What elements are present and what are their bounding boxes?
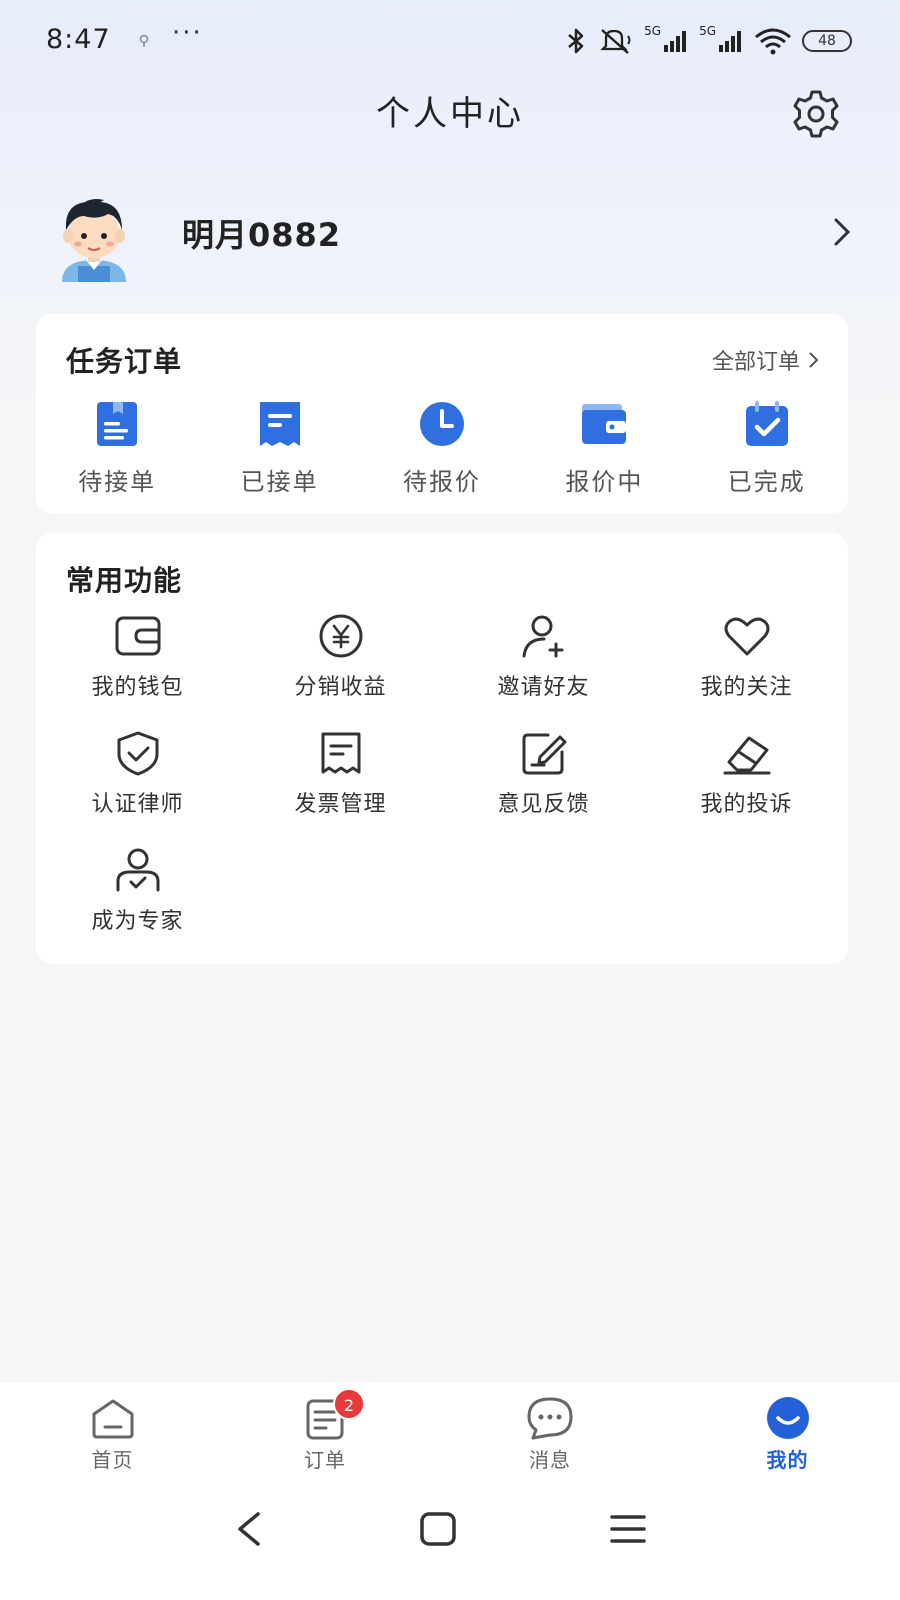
username: 明月0882 xyxy=(182,216,342,254)
system-nav-bar xyxy=(0,1482,900,1600)
order-label: 已完成 xyxy=(727,468,806,496)
common-functions-card: 常用功能 我的钱包 分销收益 邀请好友 我的关注 认证律师 发票管理 意见反馈 … xyxy=(36,533,848,964)
functions-title: 常用功能 xyxy=(66,564,183,597)
signal-2-icon xyxy=(719,31,741,52)
func-item-certify-lawyer[interactable]: 认证律师 xyxy=(36,730,239,847)
func-item-distribution-income[interactable]: 分销收益 xyxy=(239,613,442,730)
order-count-badge: 2 xyxy=(333,1388,365,1420)
message-icon xyxy=(527,1397,573,1440)
func-item-my-complaints[interactable]: 我的投诉 xyxy=(645,730,848,847)
func-label: 我的钱包 xyxy=(91,675,184,700)
mute-icon xyxy=(600,29,631,54)
expert-user-icon xyxy=(116,848,159,892)
order-item-quoting[interactable]: 报价中 xyxy=(523,398,685,508)
profile-smile-icon xyxy=(766,1397,809,1439)
order-label: 已接单 xyxy=(240,468,319,496)
home-icon xyxy=(92,1399,133,1439)
signal-1-icon xyxy=(664,31,687,52)
tab-messages[interactable]: 消息 xyxy=(425,1382,675,1482)
func-label: 发票管理 xyxy=(294,792,387,817)
func-item-my-follows[interactable]: 我的关注 xyxy=(645,613,848,730)
order-label: 报价中 xyxy=(565,468,644,496)
tab-orders[interactable]: 2 订单 xyxy=(225,1382,425,1482)
tab-mine[interactable]: 我的 xyxy=(675,1382,900,1482)
home-square-icon[interactable] xyxy=(408,1504,468,1554)
signal-2-label: 5G xyxy=(699,24,716,38)
location-icon xyxy=(139,34,149,47)
eraser-icon xyxy=(723,736,770,775)
order-label: 待报价 xyxy=(402,468,481,496)
task-orders-card: 任务订单 全部订单 待接单 已接单 待报价 报价中 已完成 xyxy=(36,314,848,514)
signal-1-label: 5G xyxy=(644,24,662,38)
calendar-check-icon xyxy=(745,401,788,446)
func-item-wallet[interactable]: 我的钱包 xyxy=(36,613,239,730)
order-item-accepted[interactable]: 已接单 xyxy=(198,398,360,508)
status-icons: 5G 5G 48 xyxy=(564,24,852,58)
add-user-icon xyxy=(522,615,563,658)
func-item-invoice-management[interactable]: 发票管理 xyxy=(239,730,442,847)
functions-grid: 我的钱包 分销收益 邀请好友 我的关注 认证律师 发票管理 意见反馈 我的投诉 … xyxy=(36,613,848,964)
func-label: 我的投诉 xyxy=(700,792,793,817)
profile-row[interactable]: 明月0882 xyxy=(48,190,860,282)
func-label: 成为专家 xyxy=(91,909,184,934)
wifi-icon xyxy=(755,28,791,55)
func-label: 我的关注 xyxy=(700,675,793,700)
order-status-grid: 待接单 已接单 待报价 报价中 已完成 xyxy=(36,398,848,508)
order-item-awaiting-quote[interactable]: 待报价 xyxy=(361,398,523,508)
wallet-icon xyxy=(115,616,160,656)
status-time: 8:47 xyxy=(46,24,111,55)
func-label: 认证律师 xyxy=(91,792,184,817)
battery-indicator: 48 xyxy=(802,30,852,52)
gear-icon[interactable] xyxy=(790,88,842,140)
tab-home[interactable]: 首页 xyxy=(0,1382,225,1482)
chevron-right-icon xyxy=(809,352,819,368)
order-item-pending-accept[interactable]: 待接单 xyxy=(36,398,198,508)
orders-title: 任务订单 xyxy=(66,345,183,378)
back-icon[interactable] xyxy=(220,1504,280,1554)
shield-check-icon xyxy=(117,731,158,776)
status-more: ··· xyxy=(172,18,203,48)
func-item-invite-friends[interactable]: 邀请好友 xyxy=(442,613,645,730)
heart-icon xyxy=(724,617,769,656)
bluetooth-icon xyxy=(568,28,584,54)
accepted-receipt-icon xyxy=(259,402,300,446)
func-label: 意见反馈 xyxy=(497,792,590,817)
clock-icon xyxy=(419,402,464,446)
wallet-icon xyxy=(582,404,627,444)
status-bar: 8:47 ··· 5G 5G 48 xyxy=(0,0,900,80)
order-item-completed[interactable]: 已完成 xyxy=(686,398,848,508)
all-orders-label: 全部订单 xyxy=(711,350,800,375)
func-item-feedback[interactable]: 意见反馈 xyxy=(442,730,645,847)
all-orders-link[interactable]: 全部订单 xyxy=(712,344,820,376)
tab-label: 消息 xyxy=(529,1448,571,1472)
avatar xyxy=(62,199,126,282)
order-label: 待接单 xyxy=(78,468,157,496)
bottom-tab-bar: 首页 2 订单 消息 我的 xyxy=(0,1382,900,1482)
yuan-coin-icon xyxy=(319,614,362,658)
chevron-right-icon[interactable] xyxy=(830,212,856,252)
invoice-icon xyxy=(321,732,360,774)
menu-icon[interactable] xyxy=(598,1504,658,1554)
func-item-become-expert[interactable]: 成为专家 xyxy=(36,847,239,964)
tab-label: 我的 xyxy=(766,1448,809,1472)
tab-label: 订单 xyxy=(304,1448,346,1472)
pending-accept-icon xyxy=(97,402,138,446)
tab-label: 首页 xyxy=(91,1448,134,1472)
page-title: 个人中心 xyxy=(376,94,524,134)
func-label: 分销收益 xyxy=(294,675,387,700)
func-label: 邀请好友 xyxy=(497,675,590,700)
feedback-edit-icon xyxy=(522,733,566,775)
